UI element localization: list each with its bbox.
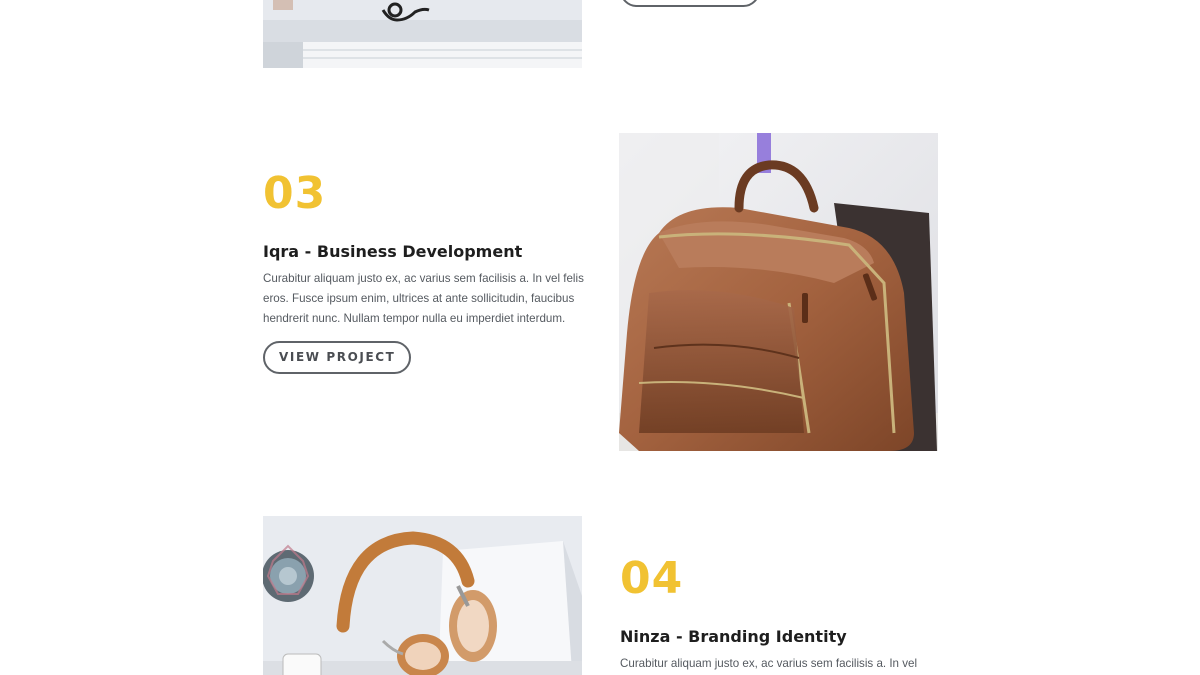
project-description: Curabitur aliquam justo ex, ac varius se… (263, 272, 584, 325)
portfolio-section: 03 Iqra - Business Development Curabitur… (0, 0, 1200, 675)
project-02-image[interactable] (263, 0, 582, 68)
view-project-button[interactable]: VIEW PROJECT (263, 341, 412, 374)
project-03-image[interactable] (619, 133, 938, 451)
project-04-image[interactable] (263, 516, 582, 675)
project-title: Ninza - Branding Identity (620, 627, 847, 646)
headphones-desk-photo (263, 516, 582, 675)
project-number: 04 (620, 553, 684, 604)
project-03: 03 Iqra - Business Development Curabitur… (263, 172, 593, 374)
leather-backpack-photo (619, 133, 938, 451)
glasses-desk-photo (263, 0, 582, 68)
project-title: Iqra - Business Development (263, 242, 523, 261)
project-number: 03 (263, 168, 327, 219)
project-04: 04 Ninza - Branding Identity Curabitur a… (620, 557, 950, 674)
project-description: Curabitur aliquam justo ex, ac varius se… (620, 657, 918, 670)
project-02-view-button[interactable] (620, 0, 760, 7)
